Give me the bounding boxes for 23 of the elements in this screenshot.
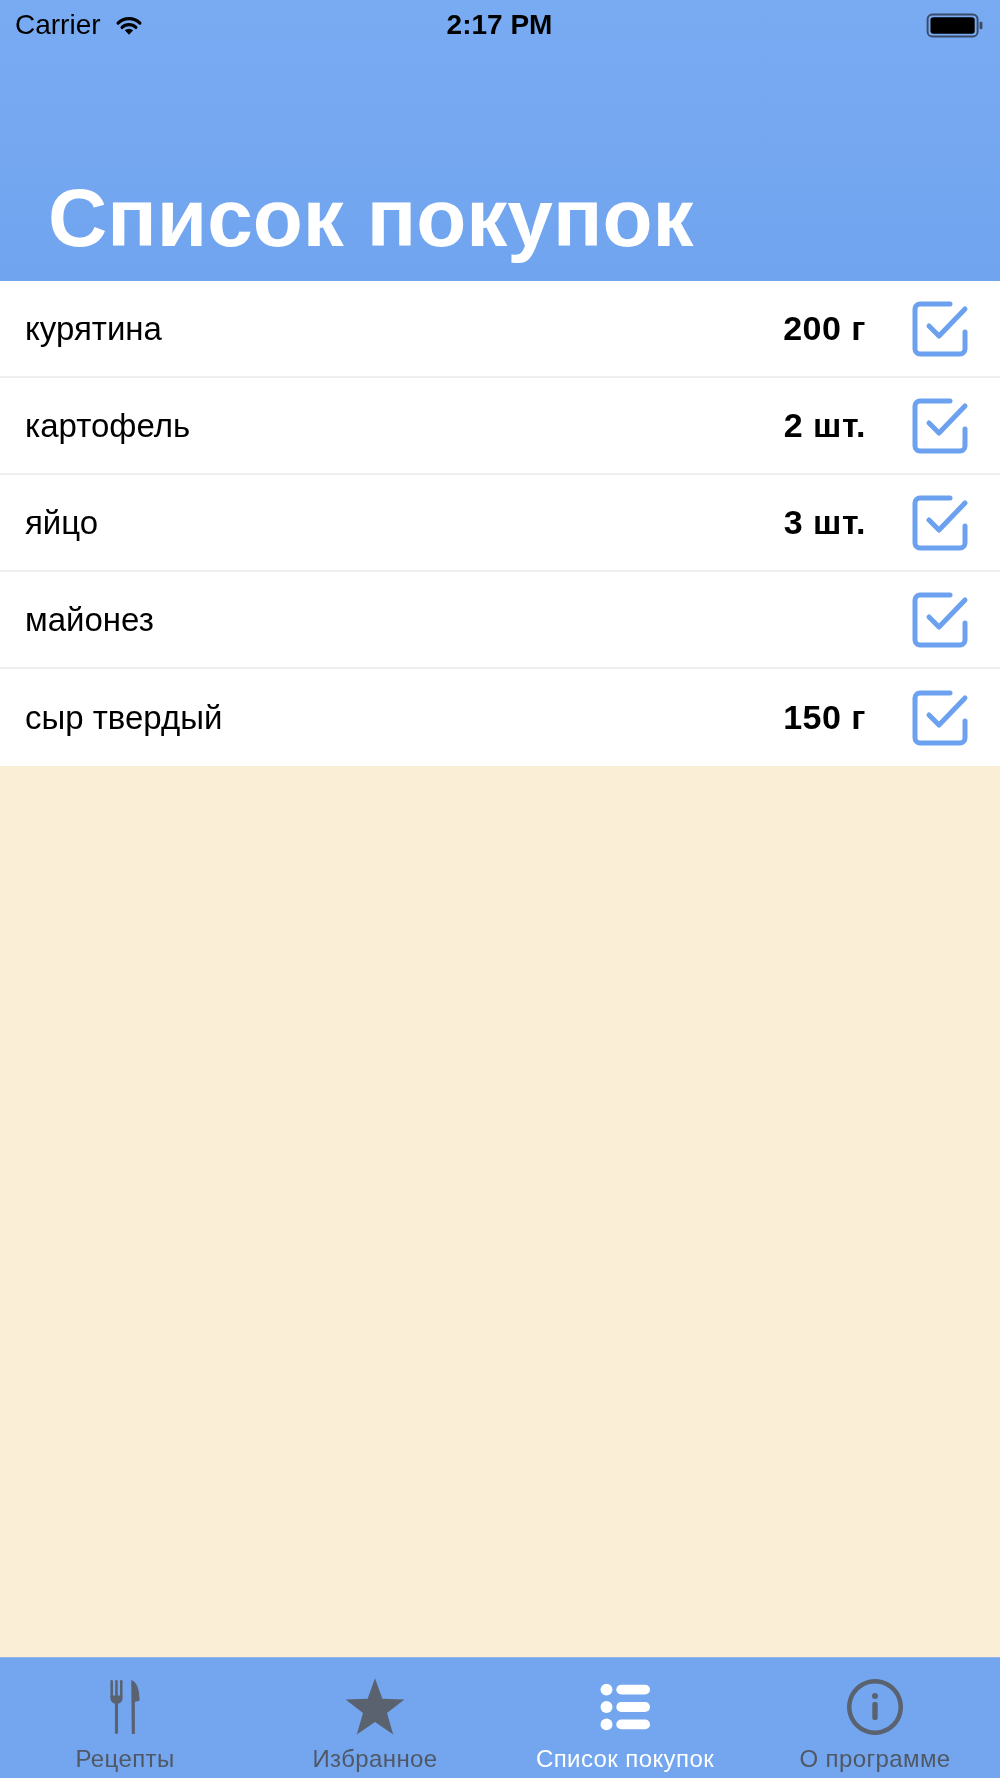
fork-knife-icon: [109, 1680, 141, 1734]
list-row[interactable]: сыр твердый 150 г: [0, 669, 1000, 766]
item-name: сыр твердый: [25, 698, 224, 737]
list-row[interactable]: майонез: [0, 572, 1000, 669]
item-name: картофель: [25, 406, 192, 445]
item-name: майонез: [25, 600, 155, 639]
list-icon: [600, 1683, 650, 1731]
battery-icon: [926, 12, 984, 38]
page-title: Список покупок: [47, 172, 695, 265]
item-name: яйцо: [25, 503, 100, 542]
list-row[interactable]: курятина 200 г: [0, 281, 1000, 378]
list-row[interactable]: яйцо 3 шт.: [0, 475, 1000, 572]
item-quantity: 2 шт.: [783, 406, 866, 445]
star-icon: [345, 1678, 405, 1736]
list-row[interactable]: картофель 2 шт.: [0, 378, 1000, 475]
status-time: 2:17 PM: [446, 9, 553, 41]
item-quantity: 150 г: [783, 698, 866, 737]
item-quantity: 3 шт.: [783, 503, 866, 542]
item-quantity: 200 г: [783, 309, 866, 348]
info-icon: [846, 1678, 904, 1736]
item-name: курятина: [25, 309, 163, 348]
carrier-name: Carrier: [15, 9, 101, 41]
wifi-icon: [114, 14, 143, 36]
